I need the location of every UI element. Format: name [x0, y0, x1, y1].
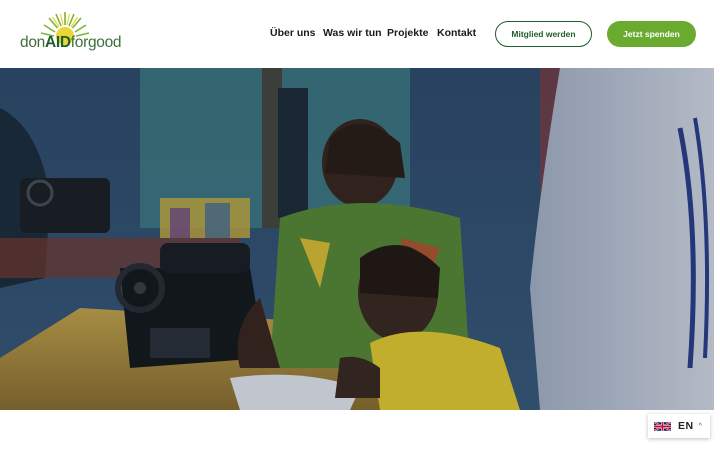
nav-item-was-wir-tun[interactable]: Was wir tun: [323, 27, 382, 39]
logo[interactable]: donAIDforgood: [20, 10, 122, 58]
become-member-button[interactable]: Mitglied werden: [495, 21, 592, 47]
chevron-up-icon: ^: [698, 422, 702, 430]
nav-item-ueber-uns[interactable]: Über uns: [270, 27, 316, 39]
uk-flag-icon: [654, 420, 671, 432]
language-code: EN: [678, 420, 694, 432]
hero-photo-illustration: [0, 68, 714, 410]
logo-text-don: don: [20, 34, 45, 51]
site-header: donAIDforgood Über uns Was wir tun Proje…: [0, 0, 720, 68]
logo-text-forgood: forgood: [70, 34, 122, 51]
hero-image: [0, 68, 714, 410]
donate-button[interactable]: Jetzt spenden: [607, 21, 696, 47]
language-switcher[interactable]: EN ^: [648, 414, 710, 438]
nav-item-kontakt[interactable]: Kontakt: [437, 27, 476, 39]
nav-item-projekte[interactable]: Projekte: [387, 27, 428, 39]
logo-wordmark: donAIDforgood: [20, 34, 122, 52]
logo-text-aid: AID: [44, 34, 71, 51]
